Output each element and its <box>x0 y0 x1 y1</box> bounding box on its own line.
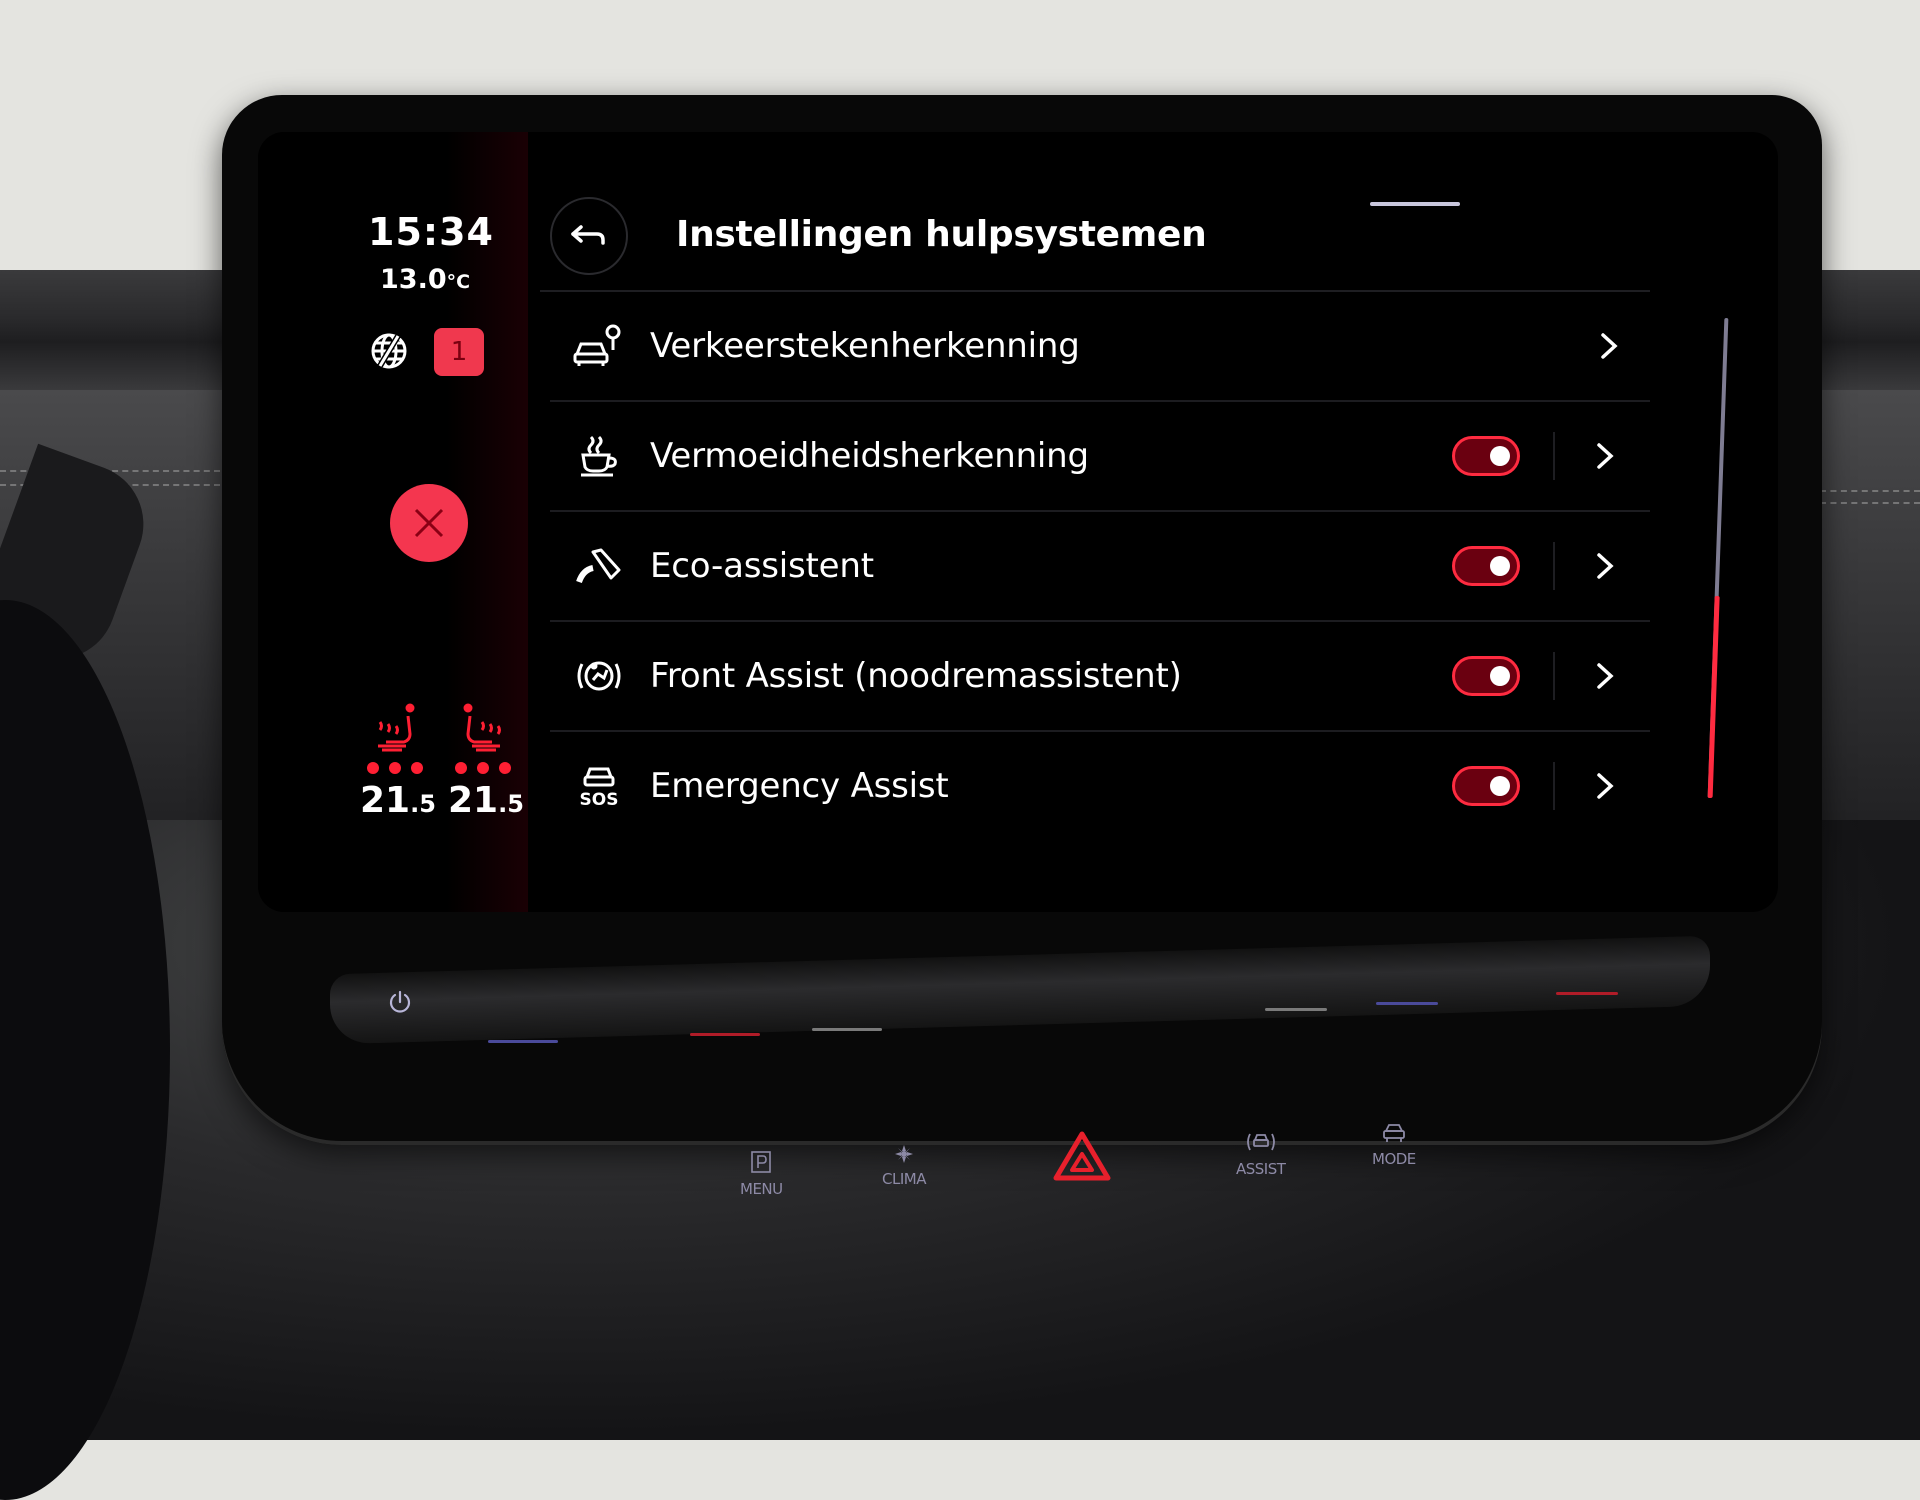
no-network-icon[interactable] <box>368 330 410 372</box>
infotainment-screen: 15:34 13.0°C 1 21.5 21.5 Instellingen hu… <box>258 132 1778 912</box>
outside-temperature: 13.0°C <box>380 264 470 295</box>
left-seat-temp: 21.5 <box>360 780 436 821</box>
svg-text:SOS: SOS <box>580 790 619 809</box>
divider <box>1553 652 1555 700</box>
setting-row-traffic-sign-recognition[interactable]: Verkeerstekenherkenning <box>550 292 1650 402</box>
toggle-knob <box>1490 556 1510 576</box>
hazard-triangle-icon <box>1053 1131 1111 1181</box>
toggle-knob <box>1490 776 1510 796</box>
temp-warm-indicator <box>1556 992 1618 995</box>
temp-cool-indicator <box>1376 1002 1438 1005</box>
mode-button[interactable]: MODE <box>1372 1122 1416 1168</box>
eco-pedal-icon <box>570 542 628 590</box>
seat-heat-level <box>448 762 518 774</box>
clima-button[interactable]: CLIMA <box>882 1144 926 1188</box>
settings-list: Verkeerstekenherkenning Vermoeidheidsher… <box>550 292 1650 840</box>
toggle-switch[interactable] <box>1452 546 1520 586</box>
setting-row-emergency-assist[interactable]: SOS Emergency Assist <box>550 732 1650 840</box>
assist-button[interactable]: ASSIST <box>1236 1130 1286 1178</box>
toggle-knob <box>1490 446 1510 466</box>
outside-temp-unit: °C <box>446 271 471 293</box>
status-column: 15:34 13.0°C 1 21.5 21.5 <box>258 132 528 912</box>
dashboard-stitching <box>1820 490 1920 492</box>
front-assist-icon <box>570 652 628 700</box>
right-seat-temp: 21.5 <box>448 780 524 821</box>
temp-cool-indicator <box>488 1040 558 1043</box>
power-icon <box>389 990 411 1013</box>
setting-label: Verkeerstekenherkenning <box>650 326 1080 366</box>
back-arrow-icon <box>571 225 605 245</box>
back-button[interactable] <box>550 197 628 275</box>
setting-label: Emergency Assist <box>650 766 949 806</box>
toggle-knob <box>1490 666 1510 686</box>
chevron-right-icon[interactable] <box>1590 661 1620 691</box>
sos-car-icon: SOS <box>570 762 628 810</box>
toggle-switch[interactable] <box>1452 766 1520 806</box>
traffic-sign-car-icon <box>570 322 628 370</box>
notification-badge[interactable]: 1 <box>434 328 484 376</box>
close-icon <box>414 508 444 538</box>
coffee-cup-icon <box>570 432 628 480</box>
power-button[interactable] <box>370 982 430 1022</box>
toggle-switch[interactable] <box>1452 656 1520 696</box>
clock: 15:34 <box>368 210 494 254</box>
seat-heating-icon <box>378 703 415 752</box>
setting-row-front-assist[interactable]: Front Assist (noodremassistent) <box>550 622 1650 732</box>
dashboard-stitching <box>1820 502 1920 504</box>
toggle-switch[interactable] <box>1452 436 1520 476</box>
fan-indicator <box>1265 1008 1327 1011</box>
seat-heat-level <box>360 762 430 774</box>
chevron-right-icon[interactable] <box>1594 331 1624 361</box>
left-seat-climate[interactable]: 21.5 <box>360 702 436 821</box>
settings-panel: Instellingen hulpsystemen Verkeerstekenh… <box>540 132 1770 912</box>
hardware-button-row: MENU CLIMA ASSIST MODE <box>700 1124 1460 1210</box>
seat-heating-icon <box>463 703 501 752</box>
hazard-button[interactable] <box>1052 1130 1112 1186</box>
scrollbar[interactable] <box>1707 318 1729 798</box>
chevron-right-icon[interactable] <box>1590 771 1620 801</box>
fan-indicator <box>812 1028 882 1031</box>
car-mode-icon <box>1382 1124 1405 1142</box>
setting-row-eco-assist[interactable]: Eco-assistent <box>550 512 1650 622</box>
pull-down-handle[interactable] <box>1370 202 1460 206</box>
assist-car-icon <box>1246 1133 1275 1151</box>
page-title: Instellingen hulpsystemen <box>676 214 1207 255</box>
temp-warm-indicator <box>690 1033 760 1036</box>
fan-icon <box>894 1145 913 1163</box>
setting-row-fatigue-detection[interactable]: Vermoeidheidsherkenning <box>550 402 1650 512</box>
divider <box>1553 432 1555 480</box>
setting-label: Vermoeidheidsherkenning <box>650 436 1089 476</box>
right-seat-climate[interactable]: 21.5 <box>448 702 524 821</box>
parking-p-icon <box>751 1151 772 1173</box>
chevron-right-icon[interactable] <box>1590 441 1620 471</box>
scrollbar-thumb[interactable] <box>1707 596 1720 798</box>
close-button[interactable] <box>390 484 468 562</box>
menu-button[interactable]: MENU <box>740 1150 783 1198</box>
setting-label: Front Assist (noodremassistent) <box>650 656 1182 696</box>
chevron-right-icon[interactable] <box>1590 551 1620 581</box>
divider <box>1553 542 1555 590</box>
divider <box>1553 762 1555 810</box>
outside-temp-value: 13.0 <box>380 264 447 295</box>
setting-label: Eco-assistent <box>650 546 874 586</box>
